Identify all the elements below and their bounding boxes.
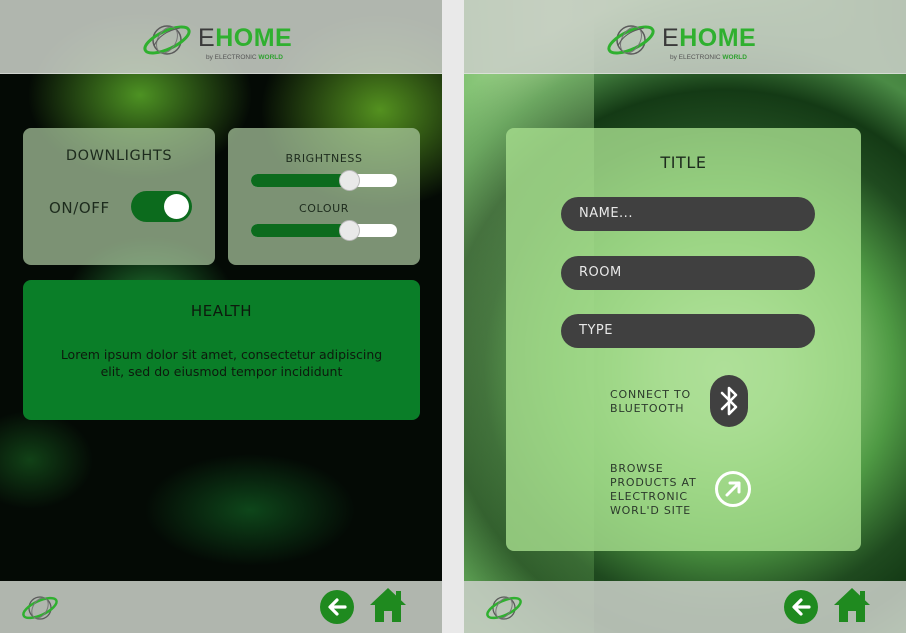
globe-logo-icon[interactable] — [484, 589, 524, 625]
back-button[interactable] — [320, 590, 354, 624]
home-icon[interactable] — [369, 586, 407, 624]
back-button[interactable] — [784, 590, 818, 624]
colour-label: COLOUR — [298, 202, 350, 215]
browse-products-label: BROWSE PRODUCTS AT ELECTRONIC WORL'D SIT… — [610, 462, 697, 517]
logo-wordmark: EHOME — [198, 24, 293, 52]
app-footer — [464, 581, 906, 633]
downlights-title: DOWNLIGHTS — [65, 148, 173, 164]
downlights-card: DOWNLIGHTS ON/OFF — [23, 128, 215, 265]
colour-slider-fill — [251, 224, 349, 237]
room-input[interactable]: ROOM — [561, 256, 815, 290]
home-icon[interactable] — [833, 586, 871, 624]
brightness-slider[interactable] — [251, 170, 397, 191]
on-off-label: ON/OFF — [49, 199, 110, 217]
logo-wordmark: EHOME — [662, 24, 757, 52]
bluetooth-label: CONNECT TO BLUETOOTH — [610, 388, 692, 415]
app-header: EHOME by ELECTRONIC WORLD — [0, 0, 442, 74]
screen-add-device: EHOME by ELECTRONIC WORLD TITLE NAME... … — [464, 0, 906, 633]
light-settings-card: BRIGHTNESS COLOUR — [228, 128, 420, 265]
health-description: Lorem ipsum dolor sit amet, consectetur … — [60, 347, 383, 379]
colour-slider-thumb[interactable] — [338, 220, 360, 241]
colour-slider[interactable] — [251, 220, 397, 241]
brightness-slider-fill — [251, 174, 349, 187]
health-card: HEALTH Lorem ipsum dolor sit amet, conse… — [23, 280, 420, 420]
brightness-label: BRIGHTNESS — [285, 152, 363, 165]
globe-logo-icon — [607, 25, 655, 55]
form-title: TITLE — [660, 153, 707, 172]
logo-tagline: by ELECTRONIC WORLD — [206, 54, 283, 61]
external-link-icon[interactable] — [714, 470, 752, 508]
app-header: EHOME by ELECTRONIC WORLD — [464, 0, 906, 74]
toggle-knob[interactable] — [164, 194, 189, 219]
screen-controls: EHOME by ELECTRONIC WORLD DOWNLIGHTS ON/… — [0, 0, 442, 633]
type-input[interactable]: TYPE — [561, 314, 815, 348]
on-off-toggle[interactable] — [131, 191, 192, 222]
bluetooth-icon — [720, 386, 738, 416]
app-footer — [0, 581, 442, 633]
device-form-card: TITLE NAME... ROOM TYPE CONNECT TO BLUET… — [506, 128, 861, 551]
arrow-left-icon — [328, 598, 347, 616]
brightness-slider-thumb[interactable] — [338, 170, 360, 191]
globe-logo-icon[interactable] — [20, 589, 60, 625]
logo-tagline: by ELECTRONIC WORLD — [670, 54, 747, 61]
ehome-logo[interactable]: EHOME by ELECTRONIC WORLD — [604, 14, 764, 62]
name-input[interactable]: NAME... — [561, 197, 815, 231]
bluetooth-button[interactable] — [710, 375, 748, 427]
globe-logo-icon — [143, 25, 191, 55]
arrow-left-icon — [792, 598, 811, 616]
ehome-logo[interactable]: EHOME by ELECTRONIC WORLD — [140, 14, 300, 62]
health-title: HEALTH — [190, 302, 253, 320]
